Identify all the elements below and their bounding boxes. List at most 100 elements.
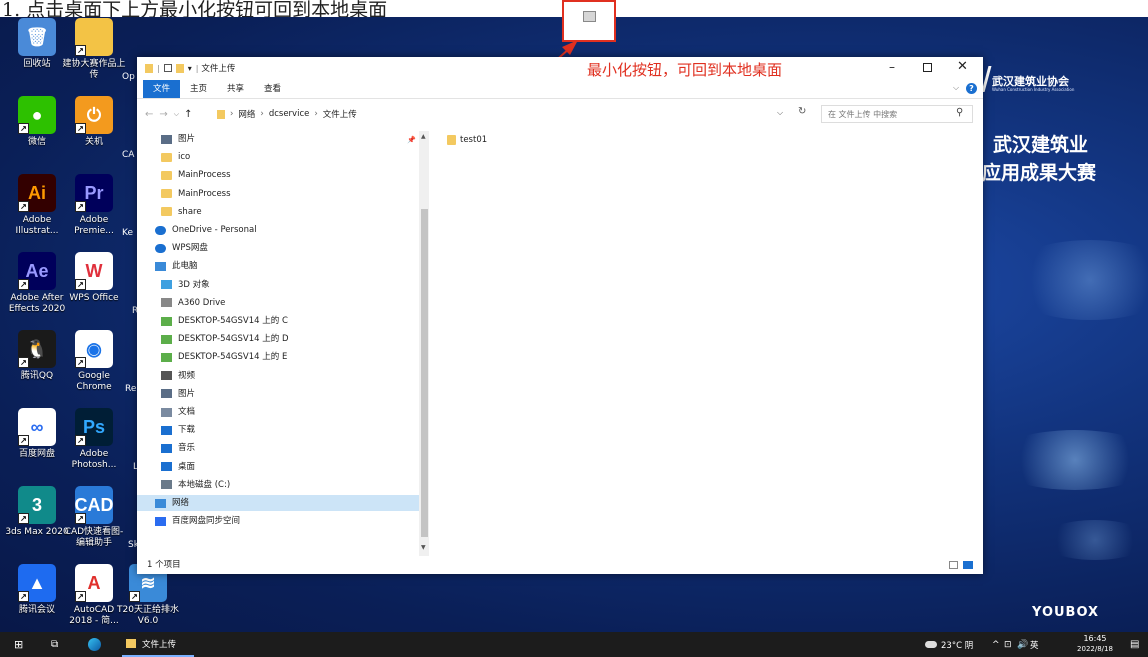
forward-arrow-icon[interactable]: →	[159, 109, 167, 120]
nav-item-label: ico	[178, 152, 191, 163]
breadcrumb-upload[interactable]: 文件上传	[323, 108, 357, 120]
windows-start-icon[interactable]: ⊞	[14, 632, 23, 657]
weather-widget[interactable]: 23°C 阴	[925, 632, 973, 657]
3d-objects-icon	[161, 280, 172, 290]
nav-item-label: 图片	[178, 388, 196, 399]
item-count: 1 个项目	[147, 560, 181, 570]
nav-item-label: A360 Drive	[178, 297, 226, 308]
recent-chevron-icon[interactable]: ⌵	[174, 110, 179, 119]
refresh-icon[interactable]: ↻	[798, 106, 806, 117]
tab-file[interactable]: 文件	[143, 80, 181, 98]
nav-item[interactable]: 图片	[137, 386, 419, 402]
ribbon-expand-icon[interactable]: ⌵	[953, 83, 959, 93]
nav-item[interactable]: 此电脑	[137, 258, 419, 274]
nav-item-label: 图片	[178, 134, 196, 144]
nav-item-label: 网络	[172, 498, 190, 508]
tab-share[interactable]: 共享	[217, 80, 254, 98]
properties-icon[interactable]	[163, 64, 172, 72]
qat-separator: |	[157, 63, 160, 73]
file-item[interactable]: test01	[447, 135, 487, 145]
search-input[interactable]: 在 文件上传 中搜索	[828, 109, 897, 120]
nav-item[interactable]: ico	[137, 149, 419, 165]
qat-dropdown-icon[interactable]: ▾	[188, 64, 192, 73]
folder-icon	[161, 152, 172, 162]
nav-item[interactable]: 3D 对象	[137, 277, 419, 293]
nav-item-label: 此电脑	[172, 261, 198, 272]
tab-home[interactable]: 主页	[180, 80, 217, 98]
nav-item[interactable]: DESKTOP-54GSV14 上的 D	[137, 331, 419, 347]
scroll-up-icon[interactable]: ▲	[421, 133, 426, 140]
window-title: 文件上传	[201, 64, 236, 74]
tray-chevron-icon[interactable]: ^	[992, 632, 1000, 657]
nav-item-label: 本地磁盘 (C:)	[178, 479, 231, 490]
nav-item-label: 视频	[178, 370, 196, 381]
clock-time: 16:45	[1083, 634, 1107, 643]
nav-item-label: DESKTOP-54GSV14 上的 C	[178, 316, 288, 326]
nav-scrollbar-thumb[interactable]	[421, 209, 428, 537]
pin-icon[interactable]: 📌	[407, 136, 416, 144]
search-icon[interactable]: ⚲	[956, 107, 963, 118]
folder-icon	[161, 207, 172, 217]
video-icon	[161, 371, 172, 381]
folder-icon	[161, 189, 172, 199]
notifications-icon[interactable]: ▤	[1130, 632, 1139, 657]
network-drive-icon	[161, 316, 172, 326]
up-arrow-icon[interactable]: ↑	[184, 109, 192, 120]
nav-item[interactable]: share	[137, 204, 419, 220]
nav-item[interactable]: 桌面	[137, 459, 419, 475]
nav-item-label: 文档	[178, 407, 196, 417]
close-button[interactable]: ✕	[957, 59, 968, 74]
nav-item[interactable]: DESKTOP-54GSV14 上的 C	[137, 313, 419, 329]
address-bar[interactable]: › 网络 › dcservice › 文件上传	[217, 105, 787, 123]
help-icon[interactable]: ?	[966, 83, 977, 94]
new-folder-icon[interactable]	[175, 63, 184, 73]
nav-item-label: 音乐	[178, 443, 196, 454]
nav-item[interactable]: 下载	[137, 422, 419, 438]
details-view-icon[interactable]	[949, 561, 958, 569]
maximize-button[interactable]	[923, 63, 932, 72]
folder-icon	[447, 135, 456, 145]
edge-icon[interactable]	[88, 632, 101, 657]
annotation-callout: 最小化按钮，可回到本地桌面	[587, 61, 783, 79]
title-separator: |	[195, 63, 199, 73]
nav-item-label: OneDrive - Personal	[172, 225, 257, 235]
taskbar-explorer-button[interactable]: 文件上传	[122, 632, 194, 657]
nav-item[interactable]: 文档	[137, 404, 419, 420]
file-explorer-window: | ▾ | 文件上传 最小化按钮，可回到本地桌面 – ✕ 文件 主页 共享 查看…	[137, 57, 983, 574]
nav-item[interactable]: 音乐	[137, 440, 419, 456]
nav-item[interactable]: 本地磁盘 (C:)	[137, 477, 419, 493]
nav-item[interactable]: DESKTOP-54GSV14 上的 E	[137, 349, 419, 365]
breadcrumb-sep: ›	[260, 109, 264, 119]
scroll-down-icon[interactable]: ▼	[421, 544, 426, 551]
nav-item[interactable]: 视频	[137, 368, 419, 384]
tab-view[interactable]: 查看	[254, 80, 291, 98]
nav-item[interactable]: 网络	[137, 495, 419, 511]
network-tray-icon[interactable]: ⊡	[1004, 632, 1012, 657]
pictures-icon	[161, 389, 172, 399]
nav-item[interactable]: A360 Drive	[137, 295, 419, 311]
navigation-pane: 图片 ico MainProcess MainProcess share OneDrive…	[137, 131, 429, 556]
nav-item[interactable]: MainProcess	[137, 167, 419, 183]
nav-item[interactable]: 图片	[137, 131, 419, 147]
folder-icon	[126, 639, 136, 648]
file-list: test01	[447, 135, 967, 545]
breadcrumb-network[interactable]: 网络	[238, 108, 255, 120]
ime-indicator[interactable]: 英	[1030, 632, 1039, 657]
volume-tray-icon[interactable]: 🔊	[1017, 632, 1028, 657]
nav-item[interactable]: 百度网盘同步空间	[137, 513, 419, 529]
nav-item[interactable]: MainProcess	[137, 186, 419, 202]
breadcrumb-dcservice[interactable]: dcservice	[269, 109, 310, 119]
nav-item-label: DESKTOP-54GSV14 上的 E	[178, 352, 288, 363]
minimize-button[interactable]: –	[889, 60, 895, 74]
task-view-icon[interactable]: ⧉	[51, 632, 58, 657]
large-icons-view-icon[interactable]	[963, 561, 973, 569]
search-box[interactable]: 在 文件上传 中搜索 ⚲	[821, 105, 973, 123]
nav-item[interactable]: OneDrive - Personal	[137, 222, 419, 238]
back-arrow-icon[interactable]: ←	[145, 109, 153, 120]
nav-item-label: 下载	[178, 425, 196, 436]
breadcrumb-sep: ›	[314, 109, 318, 119]
clock[interactable]: 16:45 2022/8/18	[1074, 634, 1116, 654]
network-icon	[155, 498, 166, 508]
address-dropdown-icon[interactable]: ⌵	[777, 108, 783, 118]
nav-item[interactable]: WPS网盘	[137, 240, 419, 256]
